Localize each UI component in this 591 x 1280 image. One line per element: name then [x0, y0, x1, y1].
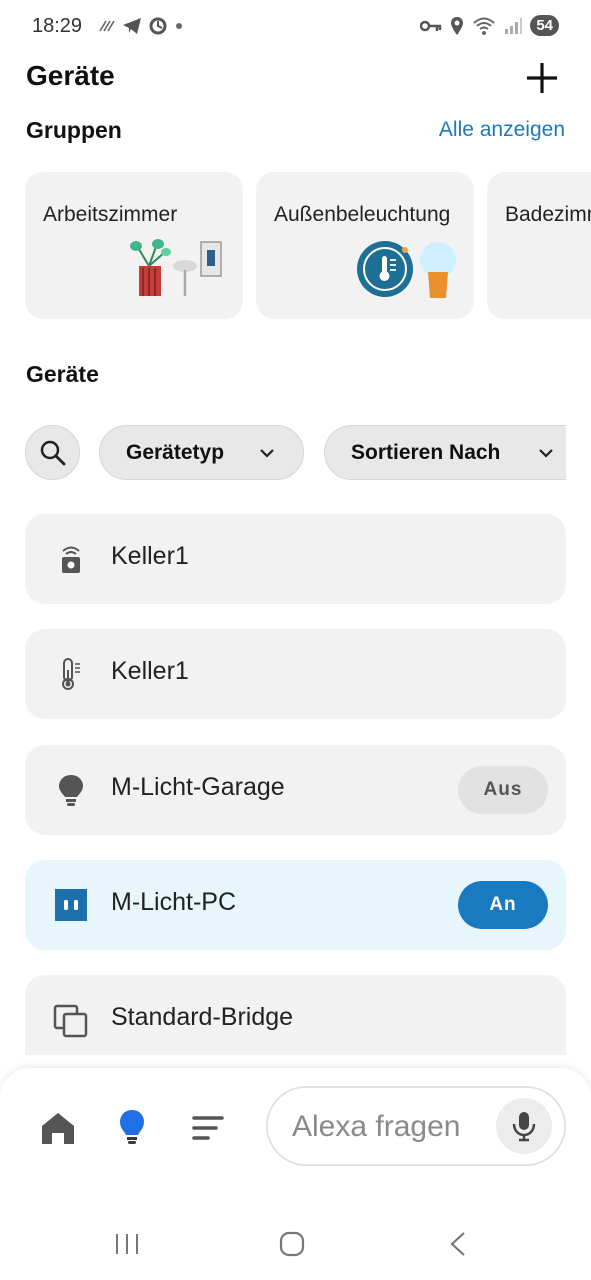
device-row[interactable]: Keller1 [25, 514, 566, 604]
system-navigation-bar [0, 1208, 591, 1280]
plant-sensor-switch-illustration [130, 239, 222, 296]
menu-lines-icon [192, 1116, 224, 1140]
switch-plug-icon [55, 889, 87, 921]
alexa-ask-placeholder: Alexa fragen [292, 1110, 461, 1143]
bridge-icon [53, 1004, 88, 1038]
home-tab[interactable] [38, 1108, 78, 1148]
security-camera-icon [62, 546, 80, 573]
home-icon [42, 1113, 74, 1144]
telegram-icon [123, 18, 141, 34]
thermostat-bulb-illustration [357, 241, 456, 298]
device-type-filter[interactable]: Gerätetyp [99, 425, 304, 480]
devices-bulb-icon [120, 1110, 144, 1144]
groups-section-title: Gruppen [26, 117, 122, 143]
device-type-filter-label: Gerätetyp [126, 440, 225, 464]
status-bar: 18:29 54 [0, 0, 591, 56]
sort-by-filter-label: Sortieren Nach [351, 440, 501, 464]
group-card-label: Badezimmer [505, 203, 591, 226]
view-all-groups-link[interactable]: Alle anzeigen [439, 118, 565, 142]
microphone-button[interactable] [496, 1098, 552, 1154]
device-name: M-Licht-PC [111, 888, 237, 916]
device-row[interactable]: M-Licht-Garage Aus [25, 745, 566, 835]
group-card-arbeitszimmer[interactable]: Arbeitszimmer [25, 172, 243, 319]
home-button-icon[interactable] [278, 1230, 306, 1258]
devices-tab[interactable] [112, 1108, 152, 1148]
more-tab[interactable] [188, 1108, 228, 1148]
microphone-icon [512, 1112, 536, 1142]
bottom-navigation: Alexa fragen [0, 1068, 591, 1208]
data-saver-icon [99, 20, 115, 32]
bulb-icon [59, 775, 83, 806]
groups-carousel[interactable]: Arbeitszimmer Außenbeleuchtung Badezim [25, 172, 591, 320]
device-row[interactable]: Standard-Bridge [25, 975, 566, 1055]
device-name: Keller1 [111, 542, 189, 570]
device-search-button[interactable] [25, 425, 80, 480]
device-name: Standard-Bridge [111, 1003, 294, 1031]
back-icon[interactable] [446, 1230, 470, 1258]
sort-by-filter[interactable]: Sortieren Nach [324, 425, 566, 480]
status-time: 18:29 [32, 15, 83, 37]
signal-icon [505, 17, 523, 34]
page-title: Geräte [26, 60, 115, 91]
sync-icon [149, 17, 167, 35]
group-card-aussenbeleuchtung[interactable]: Außenbeleuchtung [256, 172, 474, 319]
device-name: Keller1 [111, 657, 189, 685]
dot-icon [176, 23, 182, 29]
chevron-down-icon [539, 449, 553, 458]
wifi-icon [473, 17, 495, 35]
plus-icon [527, 63, 557, 93]
device-name: M-Licht-Garage [111, 773, 285, 801]
alexa-ask-input[interactable]: Alexa fragen [266, 1086, 566, 1166]
recent-apps-icon[interactable] [112, 1232, 142, 1256]
battery-indicator: 54 [530, 15, 559, 36]
power-toggle[interactable]: Aus [458, 766, 548, 814]
location-icon [451, 16, 464, 35]
vpn-key-icon [420, 20, 442, 31]
device-row[interactable]: M-Licht-PC An [25, 860, 566, 950]
group-card-badezimmer[interactable]: Badezimmer [487, 172, 591, 319]
chevron-down-icon [260, 449, 274, 458]
power-toggle[interactable]: An [458, 881, 548, 929]
search-icon [40, 440, 66, 466]
devices-section-title: Geräte [26, 361, 99, 387]
device-row[interactable]: Keller1 [25, 629, 566, 719]
group-card-label: Außenbeleuchtung [274, 203, 451, 226]
add-device-button[interactable] [522, 58, 562, 98]
group-card-label: Arbeitszimmer [43, 203, 178, 226]
thermometer-icon [62, 658, 80, 690]
